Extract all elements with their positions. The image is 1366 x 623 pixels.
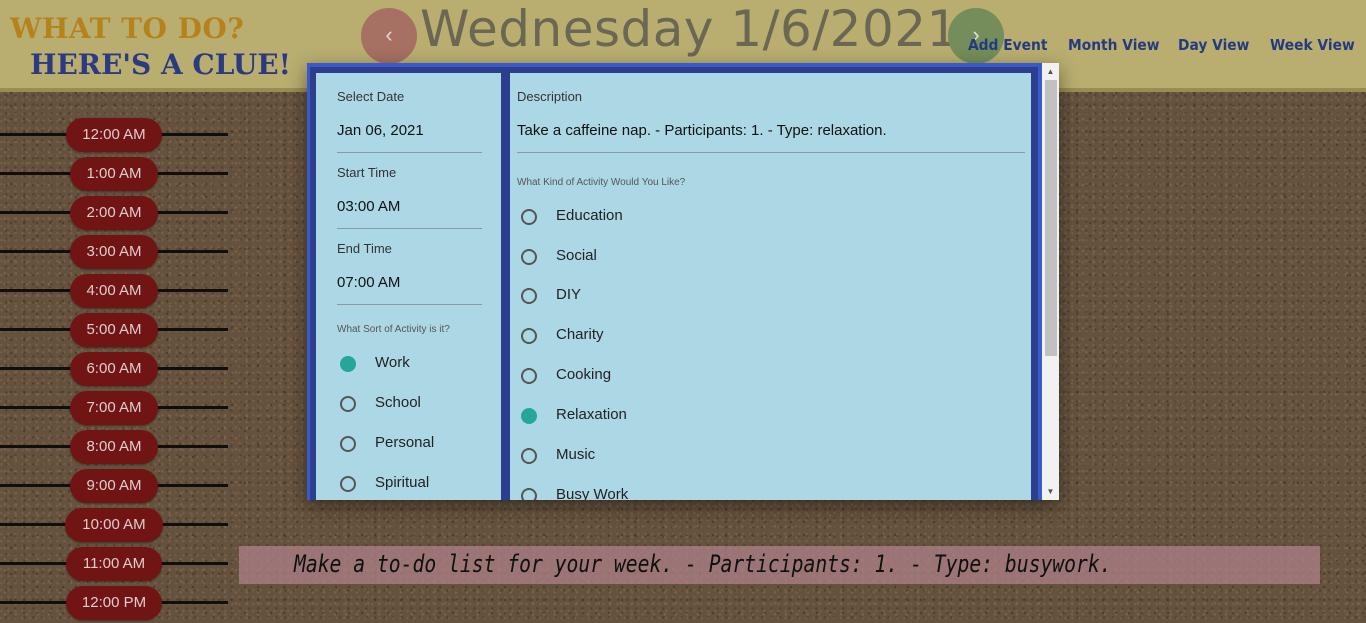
radio-unchecked-icon [521, 488, 537, 500]
end-time-input[interactable]: 07:00 AM [337, 274, 400, 291]
activity-sort-label: What Sort of Activity is it? [337, 324, 450, 335]
start-time-label: Start Time [337, 165, 397, 180]
scroll-down-arrow-icon[interactable]: ▼ [1042, 483, 1059, 500]
radio-label: DIY [556, 286, 582, 303]
radio-unchecked-icon [340, 436, 356, 452]
divider [517, 152, 1025, 153]
radio-label: School [375, 394, 421, 411]
select-date-input[interactable]: Jan 06, 2021 [337, 122, 424, 139]
radio-label: Spiritual [375, 474, 430, 491]
start-time-input[interactable]: 03:00 AM [337, 198, 400, 215]
radio-unchecked-icon [521, 448, 537, 464]
radio-unchecked-icon [521, 328, 537, 344]
radio-label: Work [375, 354, 410, 371]
divider [337, 228, 482, 229]
select-date-label: Select Date [337, 89, 405, 104]
end-time-label: End Time [337, 241, 392, 256]
radio-label: Relaxation [556, 406, 627, 423]
radio-unchecked-icon [340, 396, 356, 412]
radio-unchecked-icon [521, 288, 537, 304]
event-description-panel: Description Take a caffeine nap. - Parti… [510, 73, 1031, 500]
radio-label: Busy Work [556, 486, 629, 500]
radio-label: Cooking [556, 366, 612, 383]
radio-checked-icon [340, 356, 356, 372]
add-event-modal: Select Date Jan 06, 2021 Start Time 03:0… [307, 63, 1059, 500]
scroll-thumb[interactable] [1045, 80, 1057, 356]
radio-unchecked-icon [340, 476, 356, 492]
modal-scrollbar[interactable]: ▲ ▼ [1042, 63, 1059, 500]
description-label: Description [517, 89, 583, 104]
divider [337, 152, 482, 153]
radio-checked-icon [521, 408, 537, 424]
event-time-panel: Select Date Jan 06, 2021 Start Time 03:0… [316, 73, 501, 500]
description-input[interactable]: Take a caffeine nap. - Participants: 1. … [517, 122, 887, 139]
divider [337, 304, 482, 305]
radio-label: Charity [556, 326, 604, 343]
radio-label: Music [556, 446, 596, 463]
radio-label: Education [556, 207, 623, 224]
activity-kind-label: What Kind of Activity Would You Like? [517, 177, 686, 188]
scroll-up-arrow-icon[interactable]: ▲ [1042, 63, 1059, 80]
radio-label: Personal [375, 434, 435, 451]
radio-unchecked-icon [521, 249, 537, 265]
radio-unchecked-icon [521, 209, 537, 225]
radio-unchecked-icon [521, 368, 537, 384]
radio-label: Social [556, 247, 597, 264]
